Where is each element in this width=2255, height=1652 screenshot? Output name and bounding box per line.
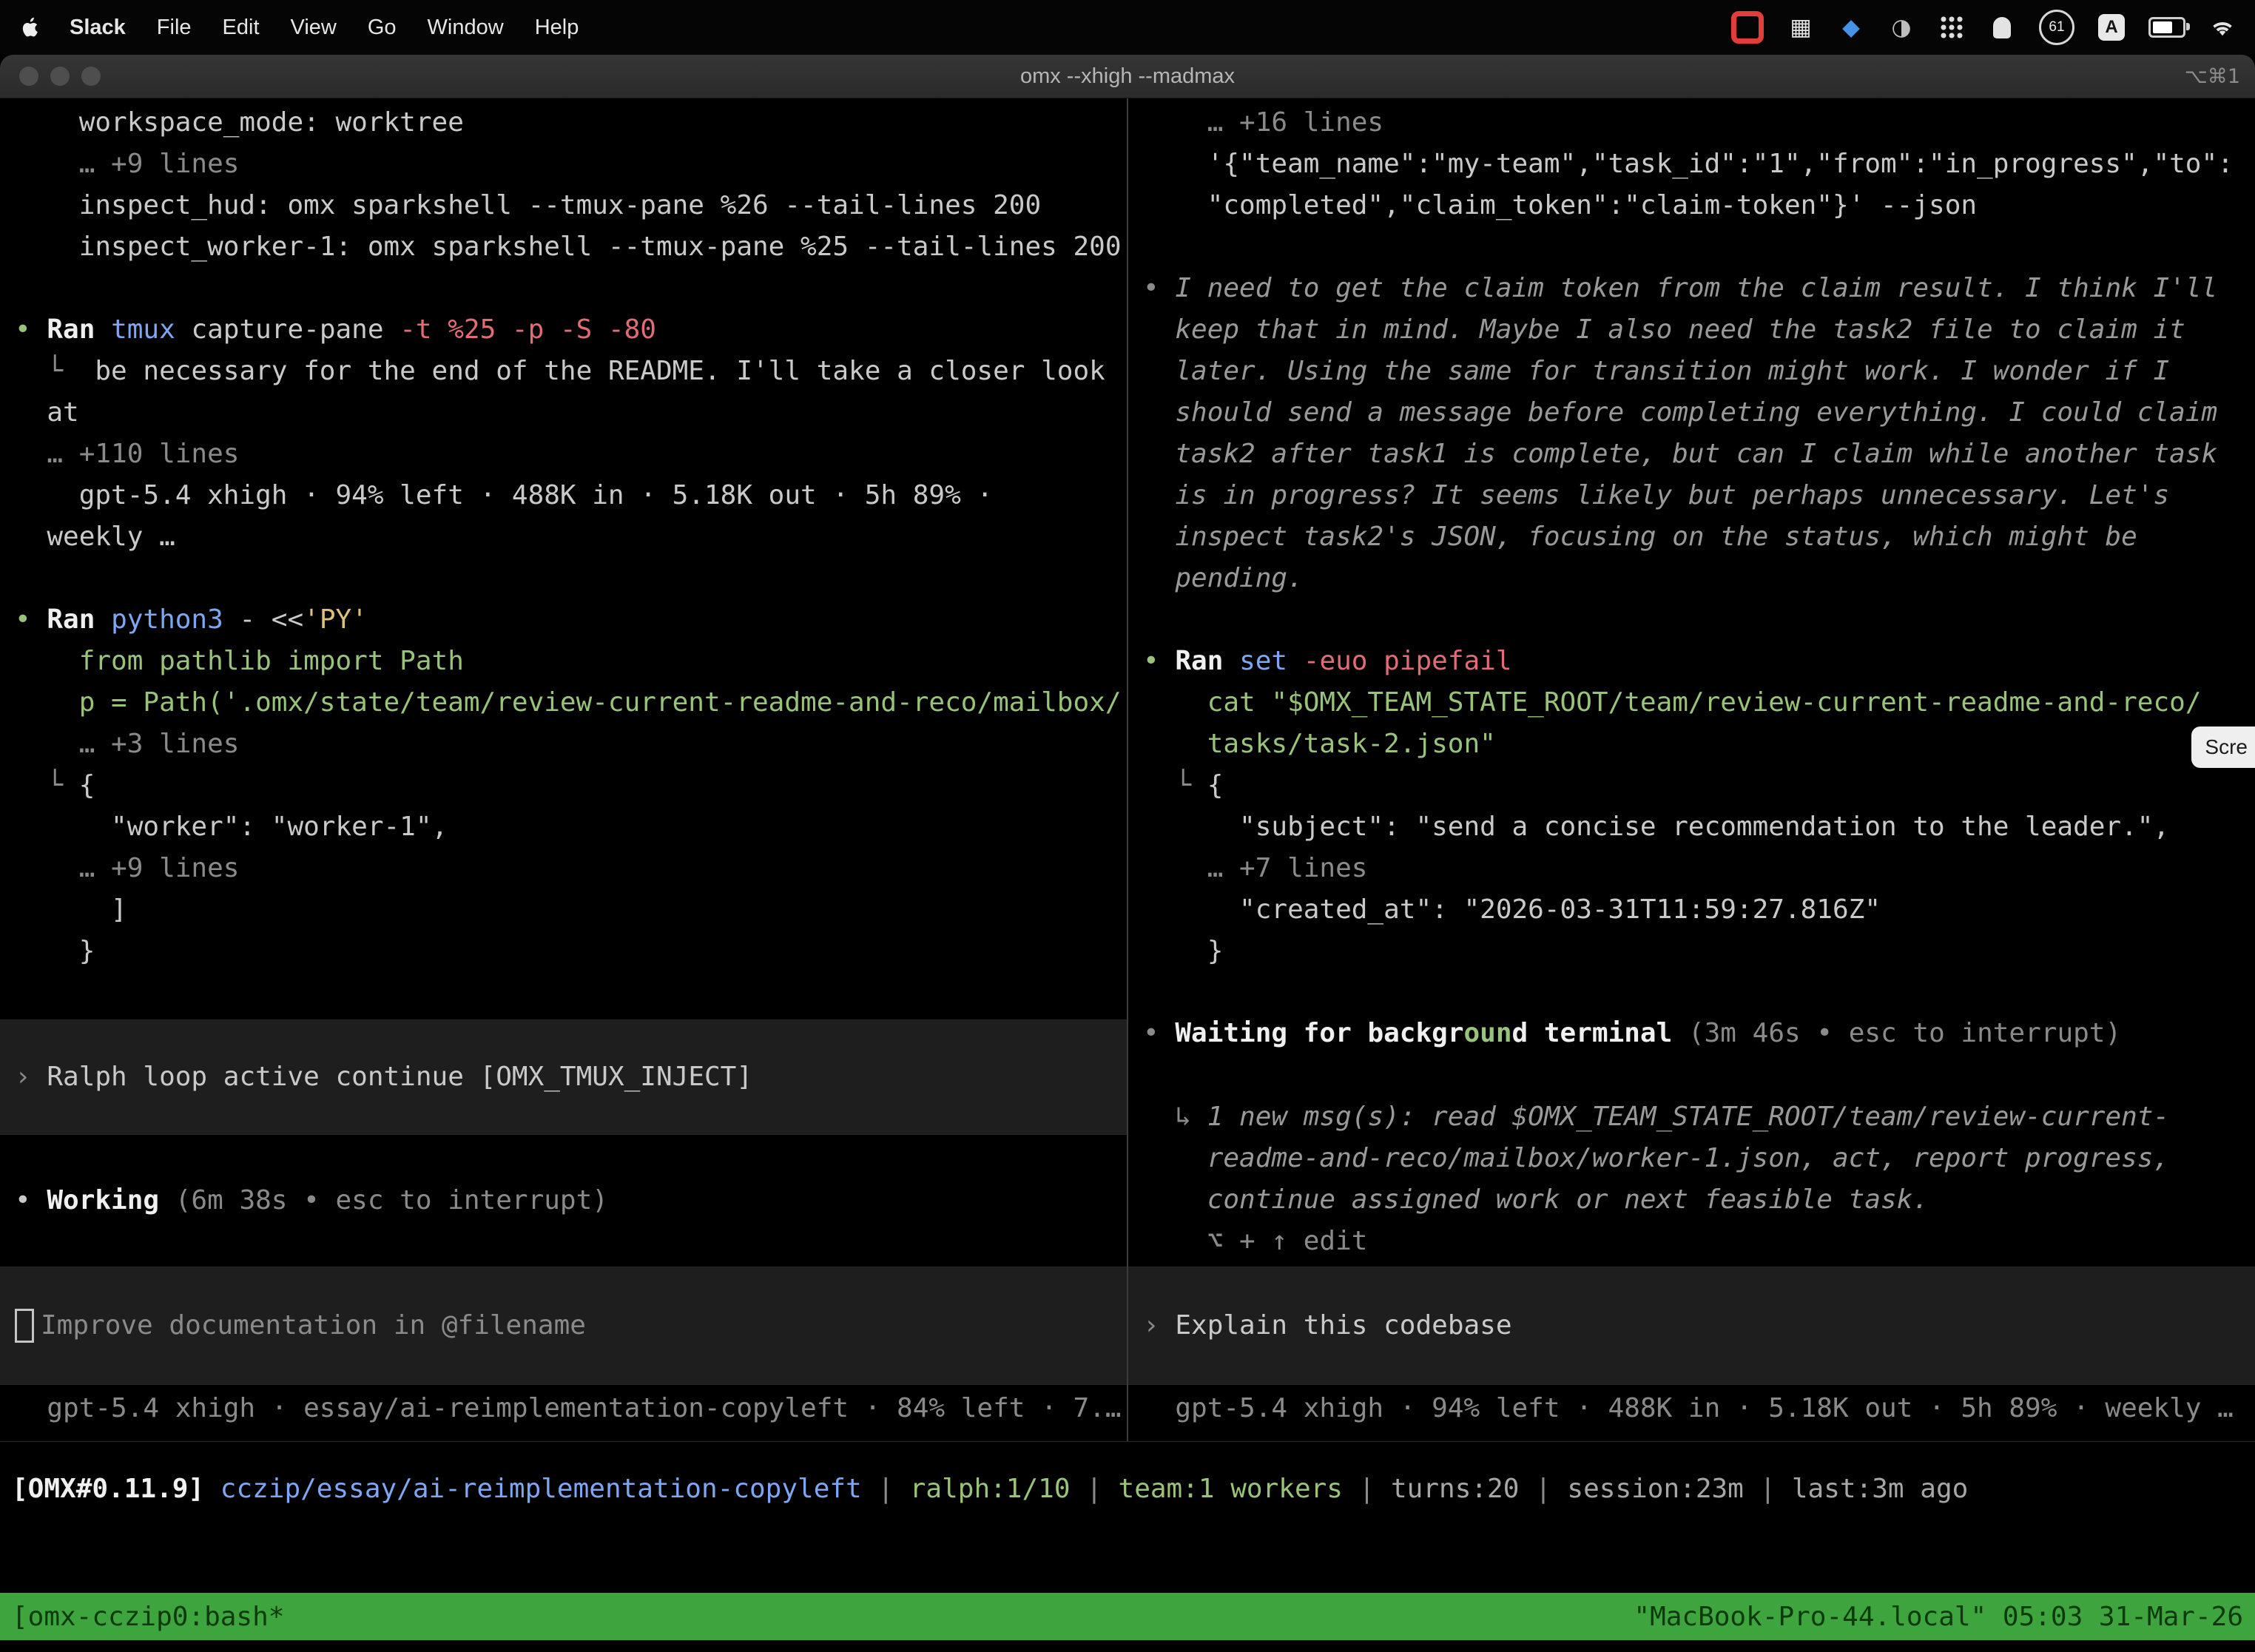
terminal-line: • Ran tmux capture-pane -t %25 -p -S -80 — [0, 309, 1127, 351]
menubar-status-icons: ▦ ◆ ◑ 61 A — [1731, 10, 2236, 45]
terminal-panes: workspace_mode: worktree … +9 lines insp… — [0, 98, 2255, 1442]
terminal-line: weekly … — [0, 516, 1127, 558]
terminal-line: at — [0, 392, 1127, 434]
terminal-line: "worker": "worker-1", — [0, 806, 1127, 848]
menu-edit[interactable]: Edit — [223, 16, 260, 39]
terminal-gap — [0, 1221, 1127, 1267]
terminal-line: … +7 lines — [1128, 848, 2255, 889]
terminal-line: … +9 lines — [0, 848, 1127, 889]
terminal-pane-left[interactable]: workspace_mode: worktree … +9 lines insp… — [0, 98, 1127, 1441]
terminal-line: • Working (6m 38s • esc to interrupt) — [0, 1180, 1127, 1221]
wifi-icon[interactable] — [2209, 10, 2236, 45]
prompt-row[interactable]: › Explain this codebase — [1128, 1267, 2255, 1385]
terminal-line: is in progress? It seems likely but perh… — [1128, 475, 2255, 516]
terminal-gap — [0, 1135, 1127, 1180]
terminal-gap — [1128, 599, 2255, 641]
prompt-row[interactable]: › Ralph loop active continue [OMX_TMUX_I… — [0, 1019, 1127, 1135]
browser-circle-icon[interactable]: ◑ — [1888, 10, 1915, 45]
terminal-line: continue assigned work or next feasible … — [1128, 1179, 2255, 1221]
terminal-line: "subject": "send a concise recommendatio… — [1128, 806, 2255, 848]
screen-recording-stop-icon[interactable] — [1731, 10, 1764, 45]
tmux-session-info: [omx-cczip0:bash* — [12, 1602, 284, 1632]
terminal-line: task2 after task1 is complete, but can I… — [1128, 434, 2255, 475]
dots-grid-icon[interactable] — [1938, 10, 1965, 45]
terminal-line: '{"team_name":"my-team","task_id":"1","f… — [1128, 144, 2255, 185]
terminal-line: … +3 lines — [0, 724, 1127, 765]
battery-percent-badge[interactable]: 61 — [2039, 10, 2074, 45]
terminal-line: should send a message before completing … — [1128, 392, 2255, 434]
terminal-line: pending. — [1128, 558, 2255, 599]
menubar: Slack File Edit View Go Window Help ▦ ◆ ◑ 61 A — [0, 0, 2255, 55]
terminal-line: • Waiting for background terminal (3m 46… — [1128, 1013, 2255, 1054]
window-title: omx --xhigh --madmax — [0, 55, 2255, 98]
terminal-line: └ { — [1128, 765, 2255, 806]
terminal-gap — [0, 972, 1127, 1019]
menu-go[interactable]: Go — [368, 16, 397, 39]
terminal-line: "completed","claim_token":"claim-token"}… — [1128, 185, 2255, 226]
terminal-line: gpt-5.4 xhigh · 94% left · 488K in · 5.1… — [0, 475, 1127, 516]
battery-icon[interactable] — [2148, 10, 2185, 45]
terminal-line: gpt-5.4 xhigh · 94% left · 488K in · 5.1… — [1128, 1388, 2255, 1429]
terminal-line: } — [0, 931, 1127, 972]
terminal-line: cat "$OMX_TEAM_STATE_ROOT/team/review-cu… — [1128, 682, 2255, 724]
apple-menu-icon[interactable] — [19, 15, 41, 40]
bottom-gap — [0, 1640, 2255, 1652]
terminal-line: ⌥ + ↑ edit — [1128, 1221, 2255, 1262]
terminal-line: ↳ 1 new msg(s): read $OMX_TEAM_STATE_ROO… — [1128, 1096, 2255, 1138]
terminal-line: later. Using the same for transition mig… — [1128, 351, 2255, 392]
terminal-line: └ be necessary for the end of the README… — [0, 351, 1127, 392]
tmux-host-clock: "MacBook-Pro-44.local" 05:03 31-Mar-26 — [1634, 1602, 2243, 1632]
terminal-line: from pathlib import Path — [0, 641, 1127, 682]
screen: Slack File Edit View Go Window Help ▦ ◆ ◑ 61 A — [0, 0, 2255, 1651]
menu-slack[interactable]: Slack — [70, 16, 126, 39]
terminal-gap — [1128, 1054, 2255, 1096]
menubar-menus-group: Slack File Edit View Go Window Help — [19, 15, 610, 40]
terminal-line: • Ran python3 - <<'PY' — [0, 599, 1127, 641]
input-source-letter: A — [2098, 14, 2125, 41]
terminal-line: "created_at": "2026-03-31T11:59:27.816Z" — [1128, 889, 2255, 931]
gem-icon[interactable]: ◆ — [1838, 10, 1864, 45]
tmux-status-bar: [omx-cczip0:bash* "MacBook-Pro-44.local"… — [0, 1593, 2255, 1640]
omx-status-bar: [OMX#0.11.9] cczip/essay/ai-reimplementa… — [0, 1442, 2255, 1593]
terminal-line: keep that in mind. Maybe I also need the… — [1128, 309, 2255, 351]
terminal-line: … +110 lines — [0, 434, 1127, 475]
prompt-row[interactable]: Improve documentation in @filename — [0, 1267, 1127, 1385]
terminal-gap — [0, 268, 1127, 309]
menu-file[interactable]: File — [157, 16, 192, 39]
terminal-line: p = Path('.omx/state/team/review-current… — [0, 682, 1127, 724]
terminal-line: … +16 lines — [1128, 102, 2255, 144]
terminal-gap — [1128, 972, 2255, 1013]
terminal-line: ] — [0, 889, 1127, 931]
terminal-line: inspect_hud: omx sparkshell --tmux-pane … — [0, 185, 1127, 226]
input-source-icon[interactable]: A — [2098, 10, 2125, 45]
terminal-window: omx --xhigh --madmax ⌥⌘1 workspace_mode:… — [0, 55, 2255, 1651]
battery-percent-value: 61 — [2039, 10, 2074, 45]
screenshot-thumbnail[interactable]: Scre — [2191, 726, 2255, 768]
terminal-line: gpt-5.4 xhigh · essay/ai-reimplementatio… — [0, 1388, 1127, 1429]
terminal-line: • I need to get the claim token from the… — [1128, 268, 2255, 309]
menu-window[interactable]: Window — [428, 16, 504, 39]
terminal-line: … +9 lines — [0, 144, 1127, 185]
grid-icon[interactable]: ▦ — [1787, 10, 1814, 45]
omx-status-line: [OMX#0.11.9] cczip/essay/ai-reimplementa… — [0, 1469, 2255, 1510]
terminal-line: inspect task2's JSON, focusing on the st… — [1128, 516, 2255, 558]
terminal-gap — [0, 558, 1127, 599]
terminal-line: • Ran set -euo pipefail — [1128, 641, 2255, 682]
terminal-gap — [1128, 226, 2255, 268]
menu-help[interactable]: Help — [535, 16, 579, 39]
terminal-pane-right[interactable]: … +16 lines '{"team_name":"my-team","tas… — [1128, 98, 2255, 1441]
menu-view[interactable]: View — [291, 16, 337, 39]
terminal-line: tasks/task-2.json" — [1128, 724, 2255, 765]
window-titlebar[interactable]: omx --xhigh --madmax ⌥⌘1 — [0, 55, 2255, 98]
terminal-line: └ { — [0, 765, 1127, 806]
window-shortcut-hint: ⌥⌘1 — [2185, 55, 2240, 98]
terminal-line: workspace_mode: worktree — [0, 102, 1127, 144]
menubar-menu-items: Slack File Edit View Go Window Help — [70, 16, 610, 40]
text-cursor — [15, 1309, 34, 1343]
terminal-line: readme-and-reco/mailbox/worker-1.json, a… — [1128, 1138, 2255, 1179]
terminal-line: } — [1128, 931, 2255, 972]
ghost-icon[interactable] — [1989, 10, 2015, 45]
terminal-line: inspect_worker-1: omx sparkshell --tmux-… — [0, 226, 1127, 268]
